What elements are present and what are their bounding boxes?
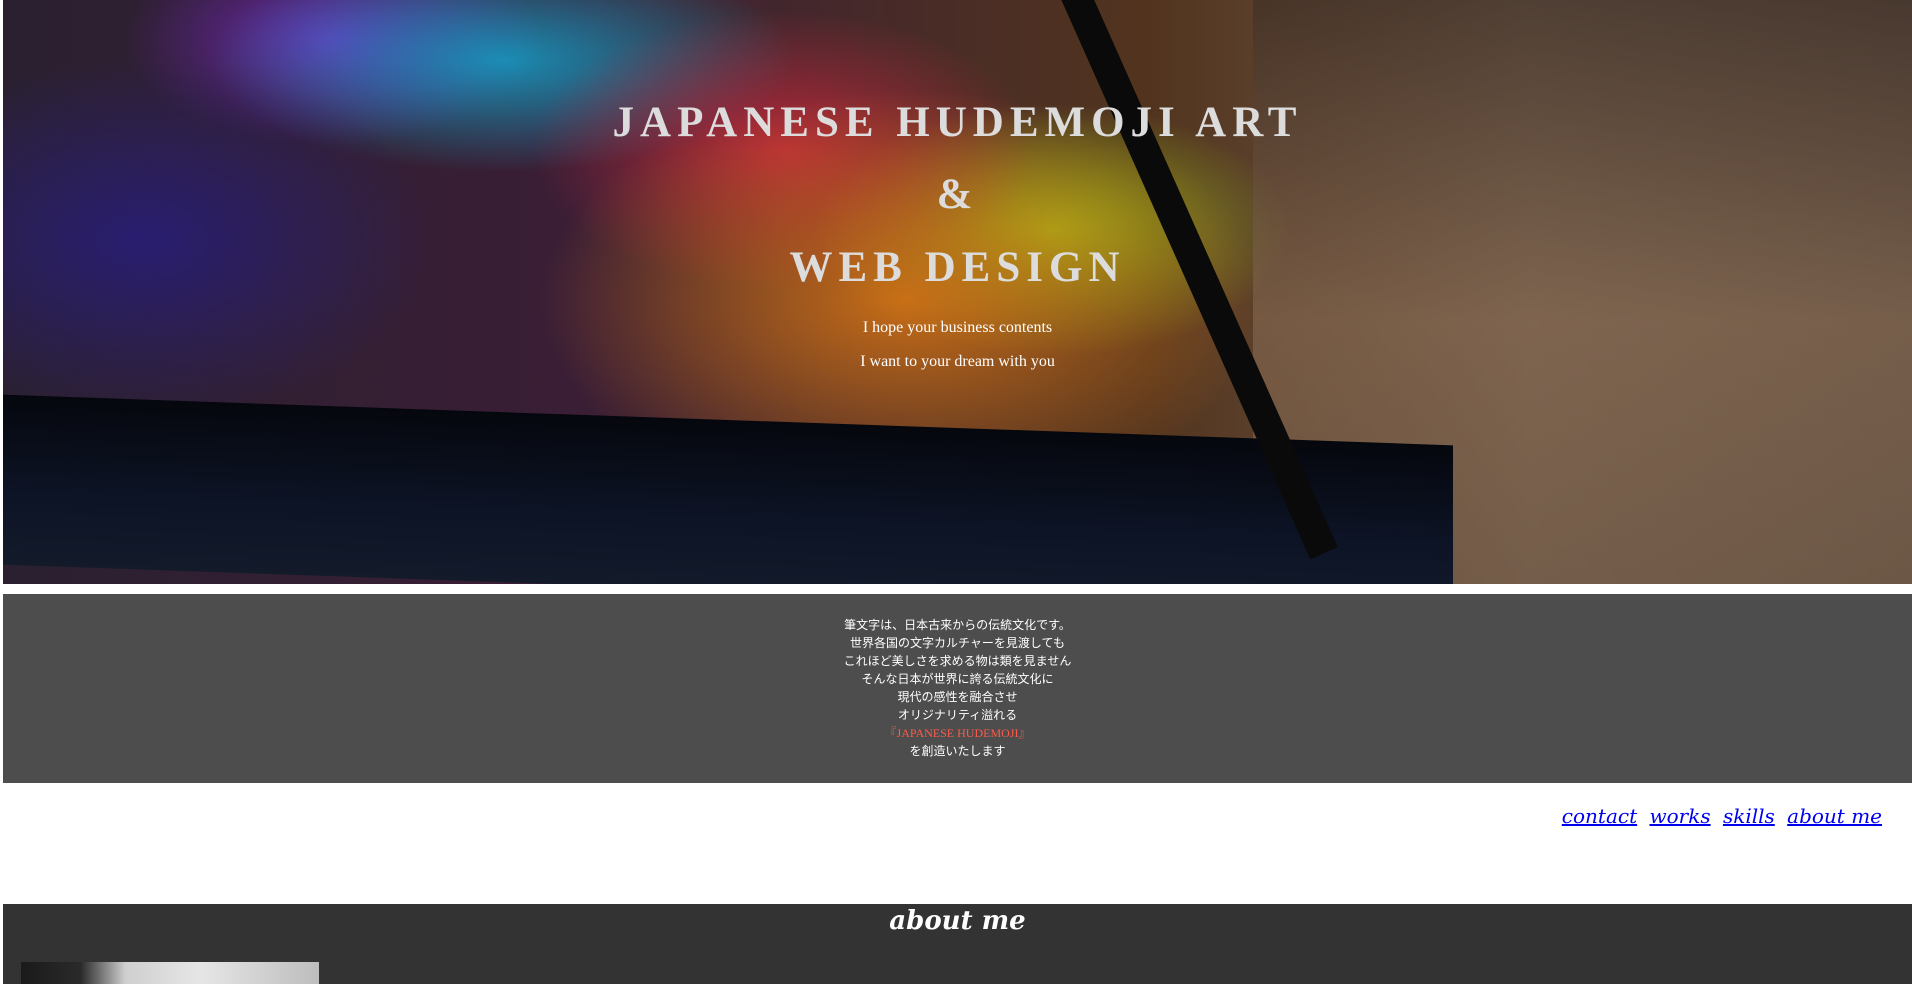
nav-link-about-me[interactable]: about me — [1787, 804, 1882, 828]
about-heading: about me — [889, 906, 1026, 936]
intro-line: これほど美しさを求める物は類を見ません — [843, 654, 1072, 668]
intro-line: を創造いたします — [909, 744, 1006, 758]
hero-title-line2: & — [936, 171, 979, 218]
intro-line: 世界各国の文字カルチャーを見渡しても — [850, 636, 1065, 650]
about-section: about me — [3, 904, 1912, 984]
hero-subtitle-2: I want to your dream with you — [860, 353, 1055, 370]
nav-link-works[interactable]: works — [1649, 804, 1710, 828]
profile-photo — [21, 962, 319, 984]
hero-title-line3: WEB DESIGN — [789, 244, 1126, 291]
hero-background-keyboard — [3, 394, 1453, 584]
nav-link-contact[interactable]: contact — [1562, 804, 1637, 828]
hero-title-line1: JAPANESE HUDEMOJI ART — [612, 99, 1303, 146]
intro-line: そんな日本が世界に誇る伝統文化に — [861, 672, 1054, 686]
intro-line: オリジナリティ溢れる — [897, 708, 1018, 722]
intro-line: 筆文字は、日本古来からの伝統文化です。 — [844, 618, 1071, 632]
intro-brand-line: 『JAPANESE HUDEMOJI』 — [884, 726, 1031, 740]
hero-banner: JAPANESE HUDEMOJI ART & WEB DESIGN I hop… — [3, 0, 1912, 584]
main-nav: contact works skills about me — [1556, 804, 1882, 828]
nav-link-skills[interactable]: skills — [1723, 804, 1775, 828]
intro-line: 現代の感性を融合させ — [897, 690, 1018, 704]
intro-section: 筆文字は、日本古来からの伝統文化です。 世界各国の文字カルチャーを見渡しても こ… — [3, 594, 1912, 783]
hero-subtitle-1: I hope your business contents — [862, 319, 1053, 336]
